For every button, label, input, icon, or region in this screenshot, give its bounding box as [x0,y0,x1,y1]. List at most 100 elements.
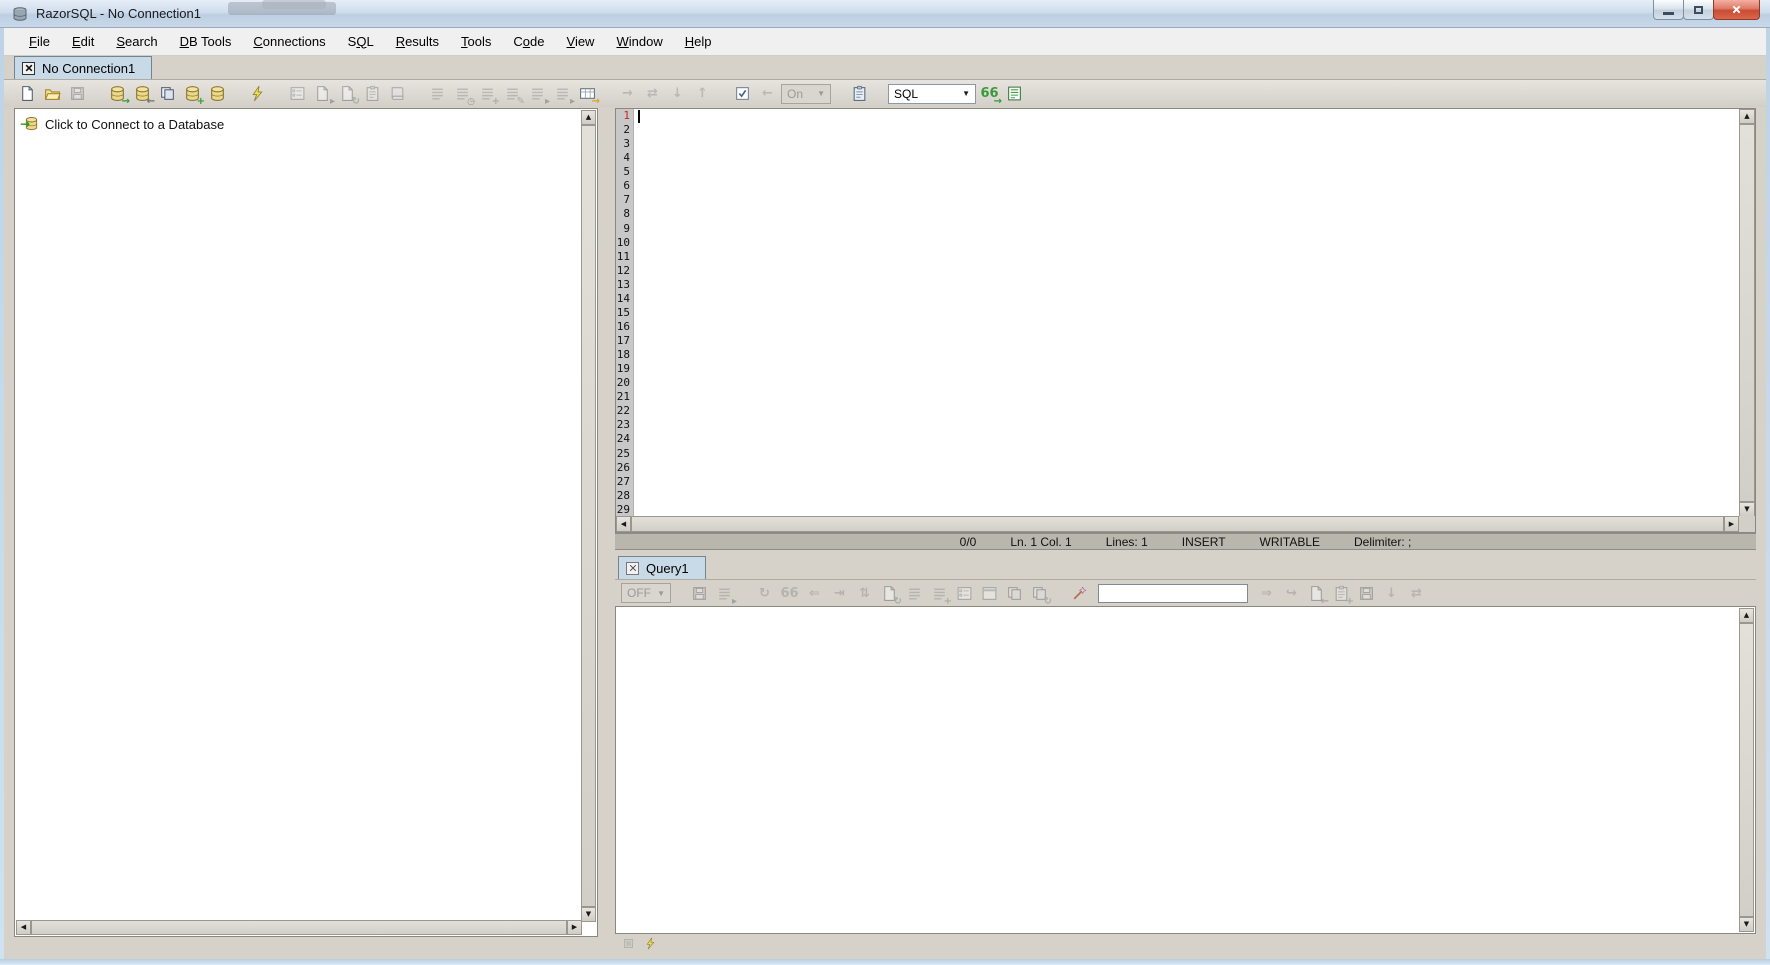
tab-query1[interactable]: Query1 [618,556,706,579]
menu-code[interactable]: Code [502,28,555,56]
sidebar-vertical-scrollbar[interactable]: ▲ ▼ [581,110,596,922]
table-export-button[interactable]: → [576,82,599,105]
maximize-button[interactable] [1683,0,1714,20]
title-bar[interactable]: RazorSQL - No Connection1 [0,0,1770,28]
execute-query-button[interactable] [641,935,659,951]
sql-history-button[interactable] [361,82,384,105]
sql-text-area[interactable] [635,109,1739,517]
rotate-arrows-button[interactable]: ↻ [753,582,776,605]
scrollbar-thumb[interactable] [631,516,1724,532]
close-button[interactable] [1713,0,1760,20]
sql-editor[interactable]: 1234567891011121314151617181920212223242… [615,108,1756,533]
arrows-swap-2-button[interactable]: ⇄ [1405,582,1428,605]
save-results-button[interactable] [688,582,711,605]
tab-no-connection1[interactable]: No Connection1 [14,56,152,79]
statement-edit-button[interactable]: ✎ [501,82,524,105]
scroll-right-icon[interactable]: ▶ [1724,516,1739,532]
off-mode-select[interactable]: OFF▼ [621,583,671,603]
editor-vertical-scrollbar[interactable]: ▲ ▼ [1739,109,1755,517]
statement-run-all-button[interactable]: ▸ [551,82,574,105]
notes-clipboard-button[interactable] [848,82,871,105]
results-window-button[interactable] [978,582,1001,605]
language-select[interactable]: SQL▼ [888,84,976,104]
arrow-back-lines-button[interactable]: ⇐ [803,582,826,605]
format-quotes-button[interactable]: 66→ [978,82,1001,105]
reference-book-button[interactable] [386,82,409,105]
arrow-document-button[interactable]: ← [1305,582,1328,605]
search-forward-button[interactable]: ⇒ [1255,582,1278,605]
scrollbar-thumb[interactable] [581,125,596,907]
menu-db-tools[interactable]: DB Tools [169,28,243,56]
scrollbar-thumb[interactable] [1739,623,1754,917]
arrows-up-down-button[interactable]: ⇅ [853,582,876,605]
scroll-down-icon[interactable]: ▼ [1739,502,1755,517]
query-results-panel[interactable]: ▲ ▼ [615,606,1756,934]
highlight-wand-button[interactable] [1068,582,1091,605]
table-form-button[interactable] [286,82,309,105]
arrow-right-button[interactable]: → [616,82,639,105]
scroll-up-icon[interactable]: ▲ [581,110,596,125]
scrollbar-thumb[interactable] [1739,124,1755,502]
search-results-input[interactable] [1098,584,1248,603]
copy-refresh-button[interactable]: ↻ [1028,582,1051,605]
results-lines-2-button[interactable]: + [928,582,951,605]
query-vertical-scrollbar[interactable]: ▲ ▼ [1739,608,1754,932]
menu-window[interactable]: Window [605,28,673,56]
on-mode-select[interactable]: On▼ [781,84,831,104]
copy-connection-button[interactable] [156,82,179,105]
disconnect-database-button[interactable]: ← [131,82,154,105]
scroll-up-icon[interactable]: ▲ [1739,608,1754,623]
view-glasses-button[interactable]: 66 [778,582,801,605]
sidebar-horizontal-scrollbar[interactable]: ◀ ▶ [16,920,582,935]
statement-run-button[interactable]: ▸ [526,82,549,105]
copy-results-button[interactable] [1003,582,1026,605]
document-sync-button[interactable]: ↻ [878,582,901,605]
close-tab-icon[interactable] [22,62,35,75]
scroll-right-icon[interactable]: ▶ [567,920,582,935]
arrow-into-tree-button[interactable]: ⇥ [828,582,851,605]
execute-sql-button[interactable] [246,82,269,105]
menu-connections[interactable]: Connections [242,28,336,56]
note-add-button[interactable]: + [1330,582,1353,605]
add-connection-button[interactable]: + [181,82,204,105]
document-execute-button[interactable]: ▸ [311,82,334,105]
scroll-down-icon[interactable]: ▼ [581,907,596,922]
arrow-down-button[interactable]: ↓ [666,82,689,105]
save-file-button[interactable] [66,82,89,105]
menu-file[interactable]: File [18,28,61,56]
menu-view[interactable]: View [556,28,606,56]
menu-search[interactable]: Search [105,28,168,56]
minimize-button[interactable] [1653,0,1684,20]
open-file-button[interactable] [41,82,64,105]
results-lines-button[interactable] [903,582,926,605]
arrow-up-button[interactable]: ↑ [691,82,714,105]
save-query-button[interactable] [1355,582,1378,605]
menu-sql[interactable]: SQL [337,28,385,56]
statement-history-button[interactable]: ◷ [451,82,474,105]
menu-results[interactable]: Results [385,28,450,56]
connect-prompt[interactable]: → Click to Connect to a Database [15,109,597,132]
new-file-button[interactable] [16,82,39,105]
scroll-left-icon[interactable]: ◀ [16,920,31,935]
results-form-button[interactable] [953,582,976,605]
scroll-down-icon[interactable]: ▼ [1739,917,1754,932]
close-query-tab-icon[interactable] [626,562,639,575]
colored-list-button[interactable] [1003,82,1026,105]
connect-database-button[interactable]: → [106,82,129,105]
document-refresh-button[interactable]: ↻ [336,82,359,105]
database-tools-button[interactable] [206,82,229,105]
scroll-left-icon[interactable]: ◀ [616,516,631,532]
search-forward-edit-button[interactable]: ↪ [1280,582,1303,605]
menu-edit[interactable]: Edit [61,28,105,56]
scrollbar-thumb[interactable] [31,920,567,935]
checkbox-edit-button[interactable] [731,82,754,105]
scroll-up-icon[interactable]: ▲ [1739,109,1755,124]
arrows-swap-button[interactable]: ⇄ [641,82,664,105]
arrow-left-button[interactable]: ← [756,82,779,105]
panel-toggle-button[interactable] [619,935,637,951]
statement-list-button[interactable] [426,82,449,105]
sort-results-button[interactable]: ▸ [713,582,736,605]
menu-help[interactable]: Help [674,28,723,56]
statement-add-button[interactable]: + [476,82,499,105]
editor-horizontal-scrollbar[interactable]: ◀ ▶ [616,516,1739,532]
